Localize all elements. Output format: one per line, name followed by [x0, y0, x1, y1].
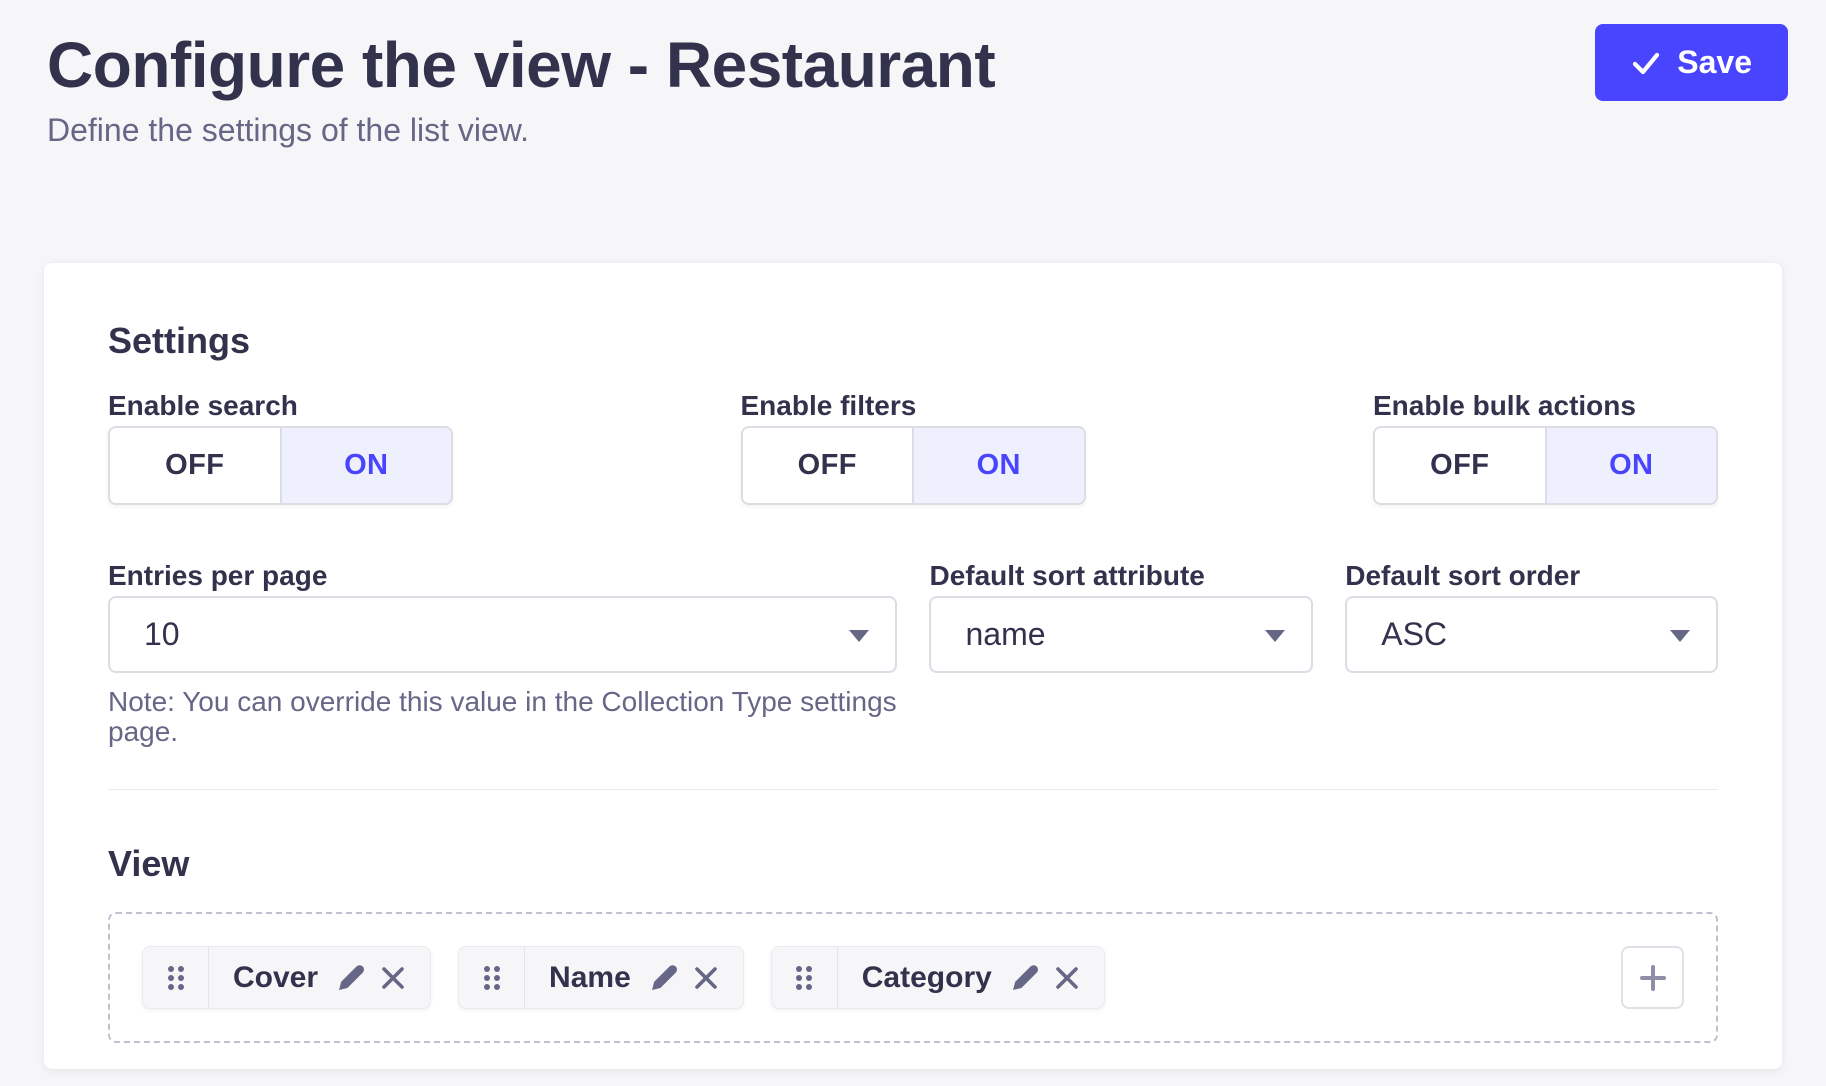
default-sort-order-group: Default sort order ASC — [1345, 559, 1718, 747]
entries-per-page-note: Note: You can override this value in the… — [108, 687, 897, 747]
default-sort-order-select[interactable]: ASC — [1345, 596, 1718, 673]
field-pill-name: Name — [458, 946, 744, 1009]
enable-bulk-actions-off-button[interactable]: OFF — [1375, 428, 1545, 503]
add-field-button[interactable] — [1621, 946, 1684, 1009]
close-icon[interactable] — [1046, 957, 1088, 999]
enable-bulk-actions-on-button[interactable]: ON — [1545, 428, 1717, 503]
entries-per-page-value: 10 — [144, 616, 180, 653]
drag-handle-icon[interactable] — [772, 947, 838, 1008]
entries-per-page-group: Entries per page 10 Note: You can overri… — [108, 559, 897, 747]
page-header-text: Configure the view - Restaurant Define t… — [47, 30, 995, 153]
view-fields-drop-zone: Cover — [108, 912, 1718, 1043]
field-pill-label: Category — [838, 961, 1004, 995]
close-icon[interactable] — [685, 957, 727, 999]
chevron-down-icon — [849, 630, 869, 642]
enable-filters-on-button[interactable]: ON — [912, 428, 1084, 503]
page-header: Configure the view - Restaurant Define t… — [0, 0, 1826, 153]
entries-per-page-select[interactable]: 10 — [108, 596, 897, 673]
default-sort-attribute-value: name — [965, 616, 1045, 653]
save-button[interactable]: Save — [1595, 24, 1788, 101]
toggle-label: Enable bulk actions — [1373, 389, 1718, 423]
pencil-icon[interactable] — [330, 957, 372, 999]
default-sort-order-value: ASC — [1381, 616, 1447, 653]
enable-bulk-actions-toggle: OFF ON — [1373, 426, 1718, 505]
save-button-label: Save — [1677, 44, 1752, 81]
close-icon[interactable] — [372, 957, 414, 999]
entries-per-page-label: Entries per page — [108, 559, 897, 593]
plus-icon — [1638, 963, 1668, 993]
default-sort-attribute-label: Default sort attribute — [929, 559, 1313, 593]
toggle-label: Enable search — [108, 389, 453, 423]
toggle-group-enable-bulk-actions: Enable bulk actions OFF ON — [1373, 389, 1718, 505]
toggles-row: Enable search OFF ON Enable filters OFF … — [108, 389, 1718, 505]
page-subtitle: Define the settings of the list view. — [47, 108, 995, 153]
enable-filters-off-button[interactable]: OFF — [743, 428, 913, 503]
chevron-down-icon — [1670, 630, 1690, 642]
settings-heading: Settings — [108, 319, 1718, 363]
section-divider — [108, 789, 1718, 790]
default-sort-attribute-group: Default sort attribute name — [929, 559, 1313, 747]
enable-filters-toggle: OFF ON — [741, 426, 1086, 505]
drag-handle-icon[interactable] — [459, 947, 525, 1008]
settings-card: Settings Enable search OFF ON Enable fil… — [44, 263, 1782, 1069]
toggle-label: Enable filters — [741, 389, 1086, 423]
check-icon — [1631, 48, 1661, 78]
default-sort-attribute-select[interactable]: name — [929, 596, 1313, 673]
default-sort-order-label: Default sort order — [1345, 559, 1718, 593]
enable-search-off-button[interactable]: OFF — [110, 428, 280, 503]
field-pill-category: Category — [771, 946, 1105, 1009]
enable-search-toggle: OFF ON — [108, 426, 453, 505]
field-pill-label: Cover — [209, 961, 330, 995]
pencil-icon[interactable] — [1004, 957, 1046, 999]
drag-handle-icon[interactable] — [143, 947, 209, 1008]
chevron-down-icon — [1265, 630, 1285, 642]
toggle-group-enable-search: Enable search OFF ON — [108, 389, 453, 505]
enable-search-on-button[interactable]: ON — [280, 428, 452, 503]
toggle-group-enable-filters: Enable filters OFF ON — [741, 389, 1086, 505]
page-title: Configure the view - Restaurant — [47, 30, 995, 100]
selects-row: Entries per page 10 Note: You can overri… — [108, 559, 1718, 747]
field-pill-cover: Cover — [142, 946, 431, 1009]
view-heading: View — [108, 842, 1718, 886]
pencil-icon[interactable] — [643, 957, 685, 999]
field-pill-label: Name — [525, 961, 643, 995]
